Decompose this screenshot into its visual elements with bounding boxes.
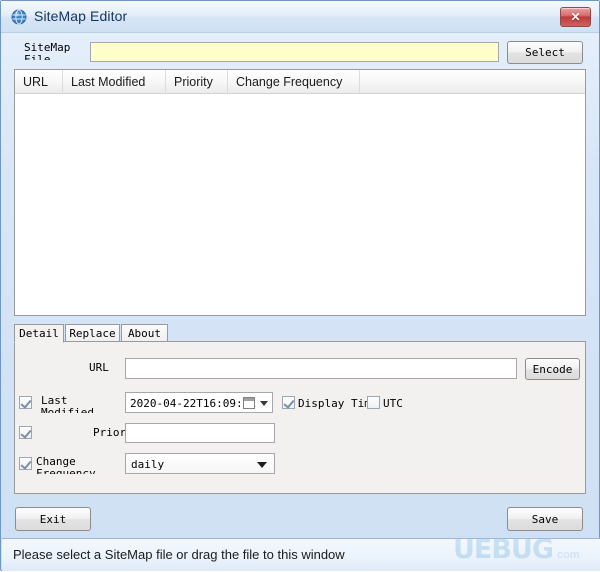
priority-input[interactable] — [125, 423, 275, 443]
sitemap-file-label: SiteMap File — [24, 42, 84, 60]
status-bar: Please select a SiteMap file or drag the… — [2, 538, 600, 571]
lastmod-checkbox[interactable] — [19, 396, 32, 409]
sitemap-file-label-line2: File — [24, 54, 84, 60]
list-column-header[interactable] — [360, 70, 585, 94]
tab-strip: Detail Replace About — [14, 324, 586, 343]
close-button[interactable]: ✕ — [560, 7, 591, 27]
title-bar[interactable]: SiteMap Editor ✕ — [1, 1, 599, 33]
list-column-header[interactable]: Priority — [166, 70, 228, 94]
url-input[interactable] — [125, 358, 517, 379]
lastmod-datetime-value: 2020-04-22T16:09:01 — [130, 397, 256, 410]
save-button[interactable]: Save — [507, 507, 583, 531]
list-header-row: URL Last Modified Priority Change Frequency — [15, 70, 585, 94]
exit-button[interactable]: Exit — [15, 507, 91, 531]
select-button[interactable]: Select — [507, 41, 583, 64]
changefreq-dropdown[interactable]: daily — [125, 453, 275, 474]
tab-about[interactable]: About — [121, 324, 168, 342]
close-icon: ✕ — [570, 10, 581, 24]
changefreq-label-line2: Frequency — [36, 468, 114, 474]
sitemap-file-label-line1: SiteMap — [24, 42, 71, 54]
tab-replace[interactable]: Replace — [65, 324, 120, 342]
globe-icon — [11, 9, 27, 25]
utc-checkbox[interactable] — [367, 396, 380, 409]
app-window: SiteMap Editor ✕ SiteMap File Select URL… — [0, 0, 600, 571]
encode-button[interactable]: Encode — [525, 358, 580, 380]
changefreq-label-line1: Change — [36, 456, 76, 468]
chevron-down-icon[interactable] — [260, 401, 268, 406]
window-title: SiteMap Editor — [34, 8, 128, 24]
changefreq-checkbox[interactable] — [19, 457, 32, 470]
lastmod-label-line2: Modified — [41, 407, 119, 413]
sitemap-list-panel: URL Last Modified Priority Change Frequency — [14, 69, 586, 316]
list-column-header[interactable]: Last Modified — [63, 70, 166, 94]
tab-detail[interactable]: Detail — [14, 324, 64, 343]
calendar-icon[interactable] — [243, 397, 255, 409]
list-column-header[interactable]: URL — [15, 70, 63, 94]
sitemap-file-input[interactable] — [90, 42, 499, 62]
list-column-header[interactable]: Change Frequency — [228, 70, 360, 94]
priority-checkbox[interactable] — [19, 426, 32, 439]
lastmod-datetime-picker[interactable]: 2020-04-22T16:09:01 — [125, 392, 273, 413]
chevron-down-icon[interactable] — [257, 462, 267, 468]
changefreq-value: daily — [131, 458, 165, 471]
list-body[interactable] — [15, 94, 585, 315]
status-message: Please select a SiteMap file or drag the… — [13, 547, 345, 562]
changefreq-label: Change Frequency — [36, 456, 114, 474]
display-time-label: Display Tim — [298, 397, 371, 410]
lastmod-label-line1: Last — [41, 395, 68, 407]
display-time-checkbox[interactable] — [282, 396, 295, 409]
lastmod-label: Last Modified — [41, 395, 119, 413]
url-label: URL — [89, 361, 109, 374]
utc-label: UTC — [383, 397, 403, 410]
